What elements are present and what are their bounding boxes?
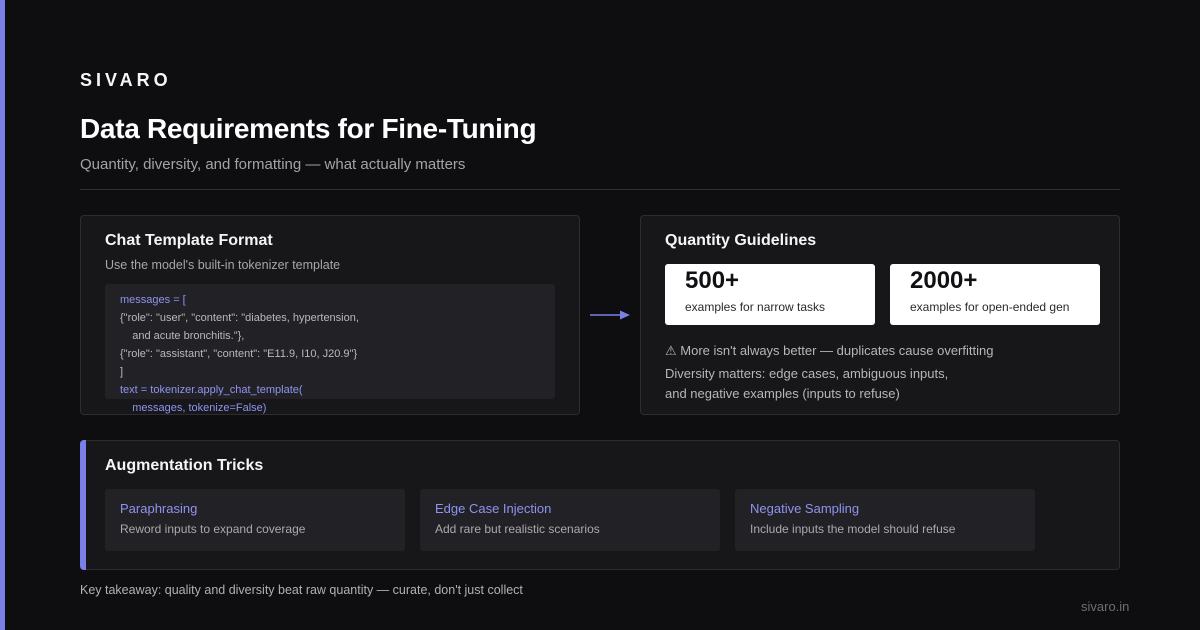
stat-label: examples for narrow tasks (685, 300, 826, 314)
augmentation-item-edge-case: Edge Case Injection Add rare but realist… (420, 489, 720, 551)
stat-label: examples for open-ended gen (910, 300, 1070, 314)
overfitting-warning: ⚠ More isn't always better — duplicates … (665, 343, 994, 358)
site-url: sivaro.in (1081, 599, 1130, 614)
augmentation-item-name: Edge Case Injection (435, 501, 552, 516)
augmentation-item-desc: Reword inputs to expand coverage (120, 522, 306, 536)
code-line: {"role": "user", "content": "diabetes, h… (120, 312, 359, 324)
augmentation-item-paraphrasing: Paraphrasing Reword inputs to expand cov… (105, 489, 405, 551)
stat-box-narrow: 500+ examples for narrow tasks (665, 264, 875, 325)
augmentation-item-desc: Include inputs the model should refuse (750, 522, 956, 536)
chat-template-card: Chat Template Format Use the model's bui… (80, 215, 580, 415)
code-line: messages = [ (120, 294, 186, 306)
quantity-guidelines-card: Quantity Guidelines 500+ examples for na… (640, 215, 1120, 415)
slide: SIVARO Data Requirements for Fine-Tuning… (0, 0, 1200, 630)
code-line: text = tokenizer.apply_chat_template( (120, 384, 303, 396)
stat-value: 2000+ (910, 267, 978, 294)
key-takeaway: Key takeaway: quality and diversity beat… (80, 583, 523, 597)
augmentation-title: Augmentation Tricks (105, 457, 264, 474)
diversity-note: Diversity matters: edge cases, ambiguous… (665, 366, 949, 381)
code-line: {"role": "assistant", "content": "E11.9,… (120, 348, 358, 360)
page-subtitle: Quantity, diversity, and formatting — wh… (80, 156, 466, 173)
augmentation-item-name: Paraphrasing (120, 501, 198, 516)
chat-template-subtitle: Use the model's built-in tokenizer templ… (105, 258, 341, 272)
augmentation-item-desc: Add rare but realistic scenarios (435, 522, 600, 536)
quantity-title: Quantity Guidelines (665, 232, 817, 249)
code-block: messages = [ {"role": "user", "content":… (105, 284, 555, 414)
left-accent-bar (0, 0, 5, 630)
arrow-right-icon (590, 310, 630, 320)
header-divider (80, 189, 1120, 190)
code-line: and acute bronchitis."}, (120, 330, 245, 342)
stat-value: 500+ (685, 267, 740, 294)
code-line: messages, tokenize=False) (120, 402, 267, 414)
brand-logo: SIVARO (80, 70, 172, 90)
code-line: ] (120, 366, 124, 378)
chat-template-title: Chat Template Format (105, 232, 273, 249)
augmentation-card: Augmentation Tricks Paraphrasing Reword … (80, 440, 1120, 570)
augmentation-accent-bar (80, 440, 86, 570)
augmentation-item-name: Negative Sampling (750, 501, 860, 516)
augmentation-item-negative-sampling: Negative Sampling Include inputs the mod… (735, 489, 1035, 551)
stat-box-open-ended: 2000+ examples for open-ended gen (890, 264, 1100, 325)
diversity-note-continued: and negative examples (inputs to refuse) (665, 386, 900, 401)
page-title: Data Requirements for Fine-Tuning (80, 113, 537, 144)
